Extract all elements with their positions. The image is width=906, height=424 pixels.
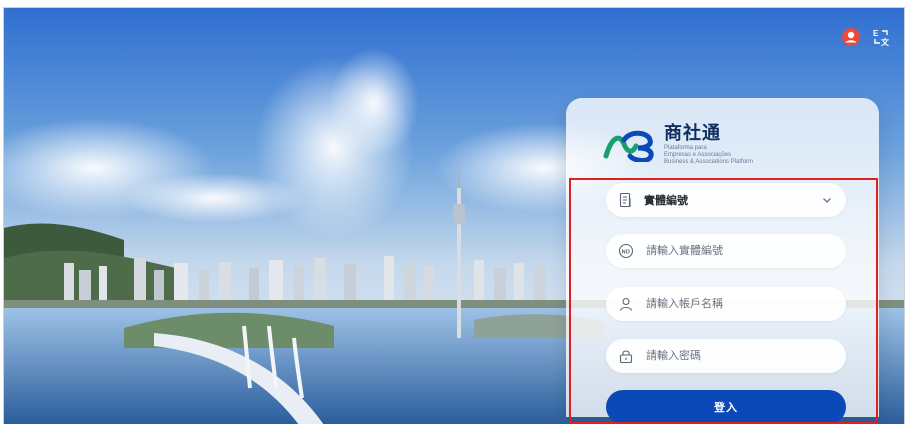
- brand-subtitle-1: Plataforma para: [664, 145, 707, 151]
- top-toolbar: E 文: [840, 26, 892, 48]
- language-switch-icon[interactable]: E 文: [870, 26, 892, 48]
- brand-text: 商社通 Plataforma para Empresas e Associaçõ…: [664, 124, 753, 166]
- entity-type-select[interactable]: 實體編號: [606, 183, 846, 217]
- brand-mark-icon: [603, 130, 654, 162]
- password-field[interactable]: [606, 339, 846, 373]
- brand-subtitle-3: Business & Associations Platform: [664, 159, 754, 165]
- brand-subtitle-2: Empresas e Associações: [664, 152, 732, 158]
- brand-logo: 商社通 Plataforma para Empresas e Associaçõ…: [602, 124, 753, 166]
- svg-text:NO: NO: [622, 249, 631, 255]
- user-icon: [618, 296, 634, 312]
- user-circle-icon[interactable]: [840, 26, 862, 48]
- entity-type-selected: 實體編號: [644, 195, 688, 207]
- svg-text:文: 文: [881, 37, 890, 47]
- password-input[interactable]: [644, 349, 838, 363]
- username-field[interactable]: [606, 287, 846, 321]
- brand-name: 商社通: [664, 123, 721, 143]
- login-button[interactable]: 登入: [606, 390, 846, 424]
- chevron-down-icon[interactable]: [820, 193, 834, 207]
- username-input[interactable]: [644, 297, 838, 311]
- document-icon: [618, 192, 634, 208]
- lock-icon: [618, 348, 634, 364]
- svg-text:E: E: [873, 29, 879, 38]
- no-badge-icon: NO: [618, 243, 634, 259]
- entity-number-input[interactable]: [644, 244, 838, 258]
- login-page: E 文 商社通 Plataforma para Empresas e Assoc…: [0, 0, 906, 424]
- entity-number-field[interactable]: NO: [606, 234, 846, 268]
